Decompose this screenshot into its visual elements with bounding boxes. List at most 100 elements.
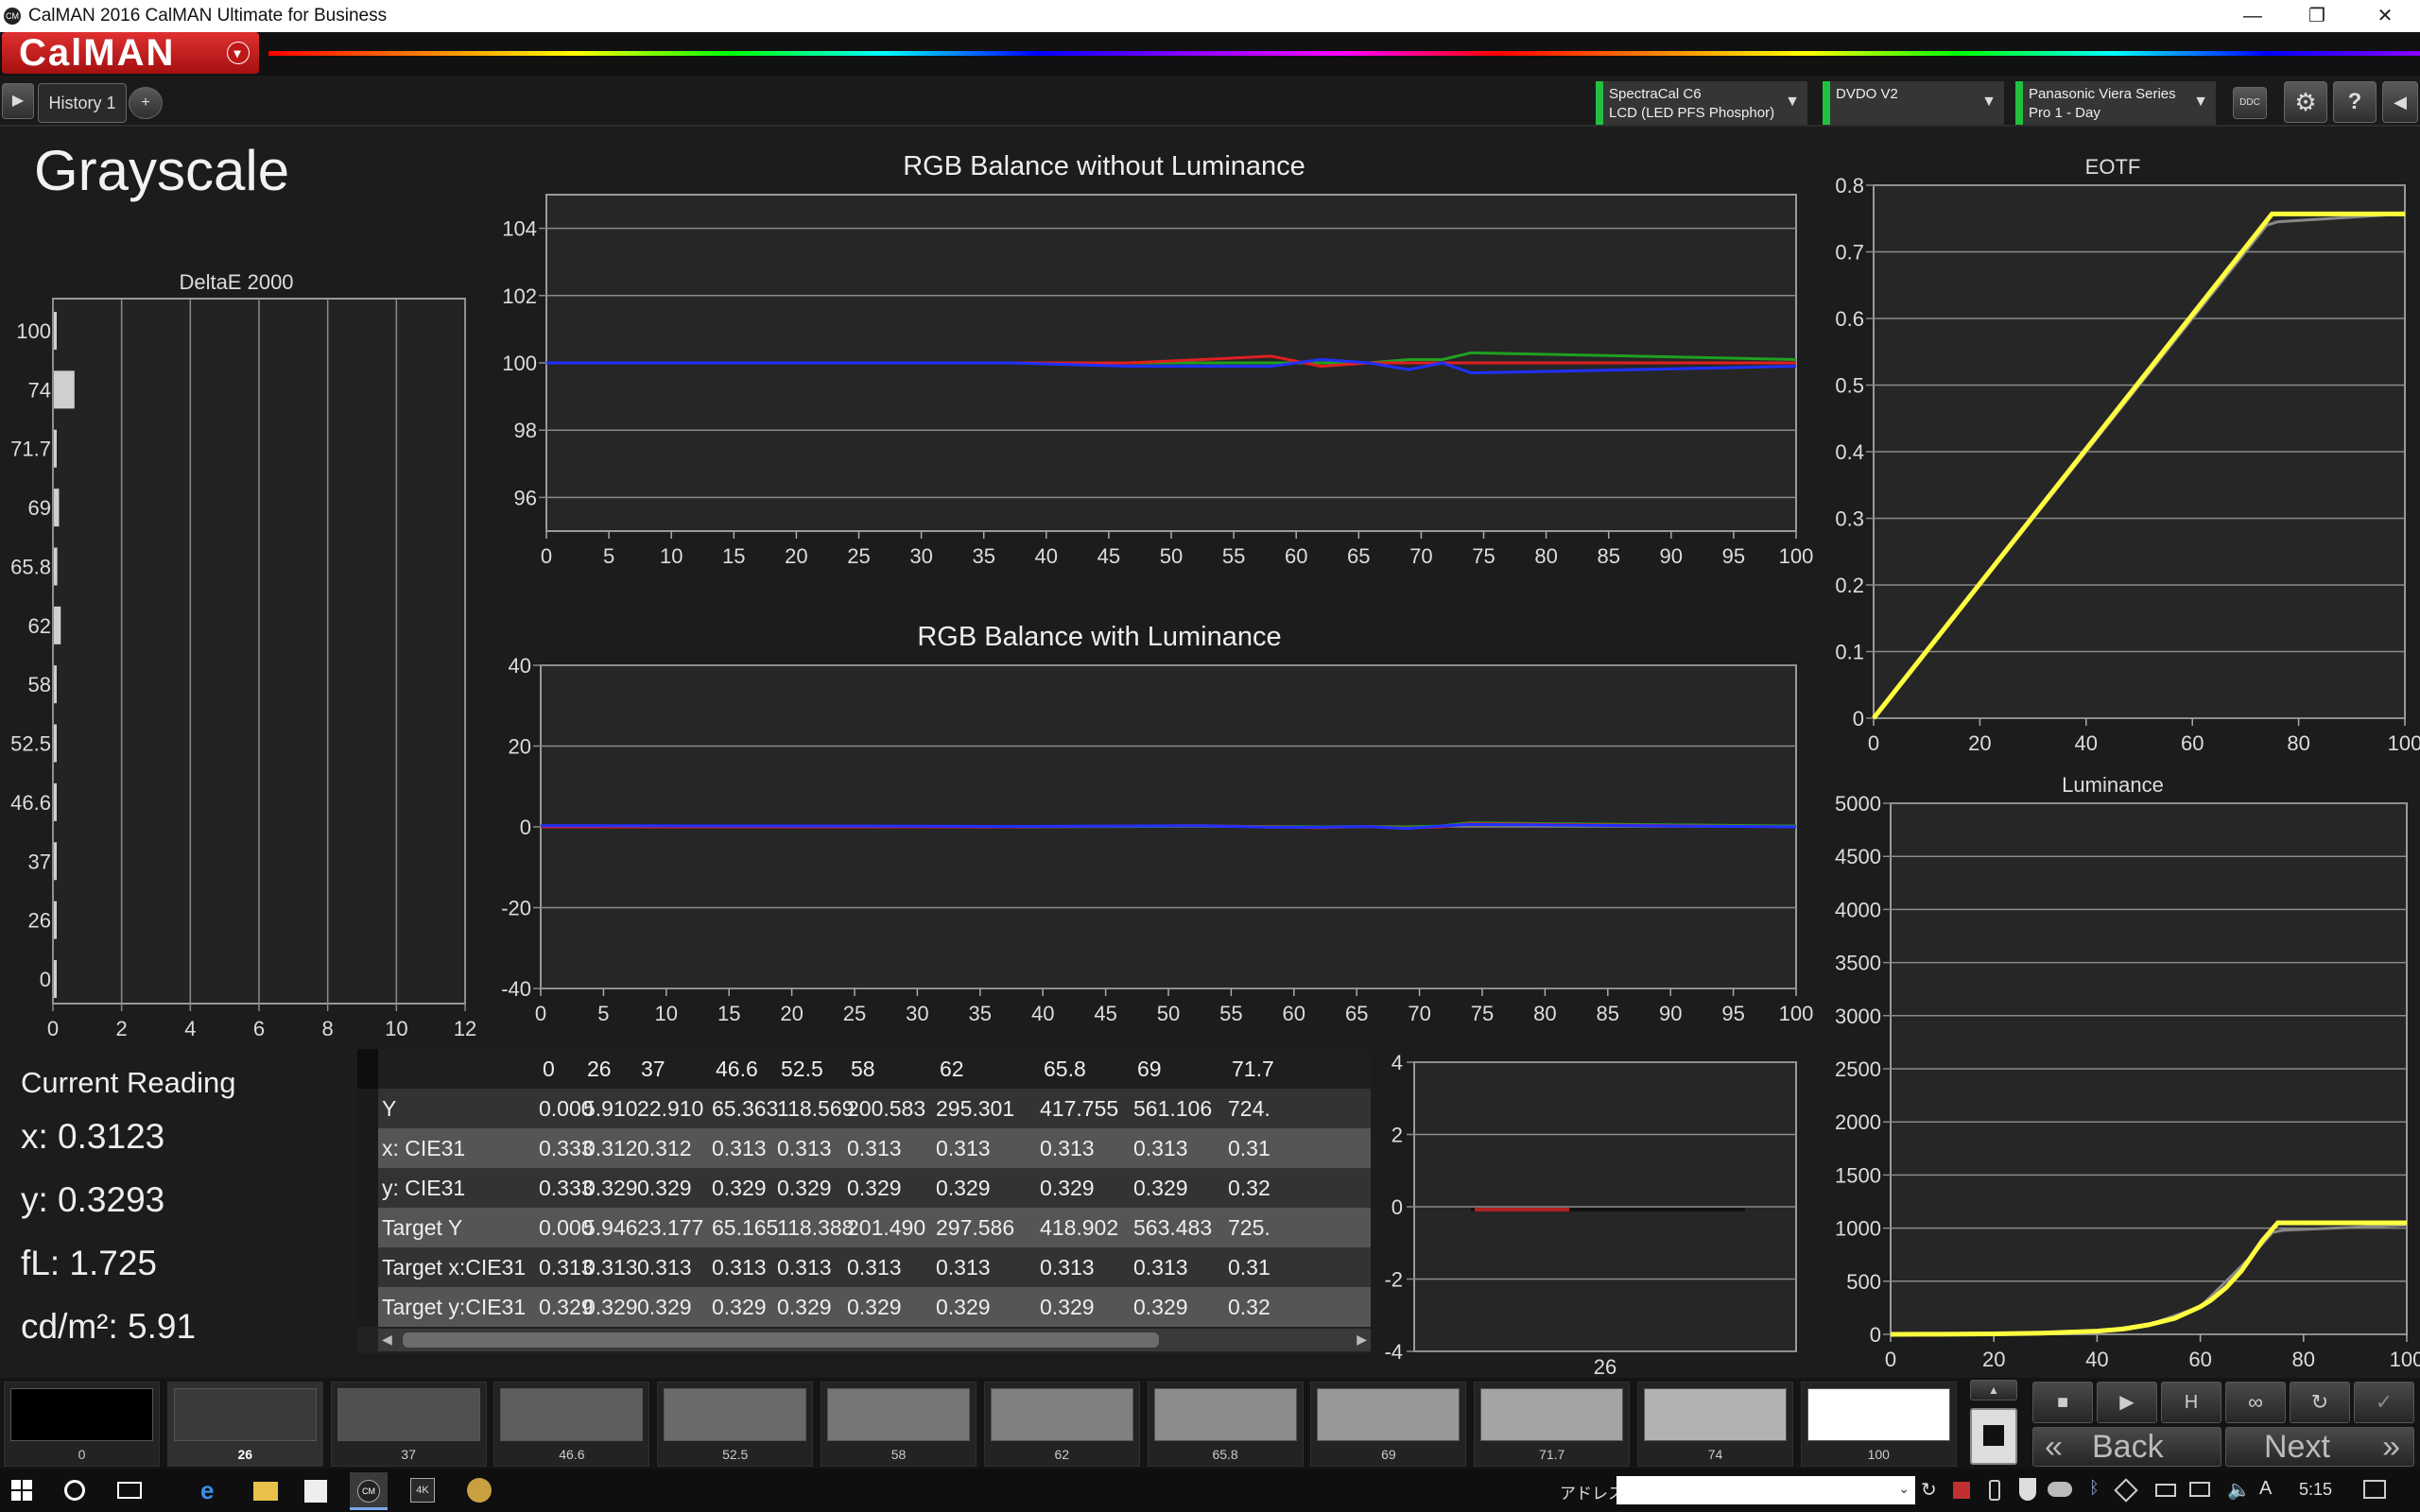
y-tick-label: 102 <box>502 284 537 308</box>
swatch-0[interactable]: 0 <box>4 1382 160 1467</box>
ime-icon[interactable]: A <box>2259 1478 2272 1500</box>
swatch-71.7[interactable]: 71.7 <box>1474 1382 1631 1467</box>
maximize-button[interactable]: ❐ <box>2286 0 2348 32</box>
scroll-left-icon[interactable]: ◀ <box>382 1332 392 1348</box>
wifi-icon[interactable] <box>2189 1482 2210 1497</box>
y-tick-label: -40 <box>501 977 531 1001</box>
minimize-button[interactable]: — <box>2221 0 2284 32</box>
usb-icon[interactable] <box>1989 1480 2000 1501</box>
stop-icon[interactable]: ■ <box>2032 1382 2093 1423</box>
task-view-icon[interactable] <box>117 1482 142 1499</box>
table-row[interactable]: Target x:CIE31 0.313 0.313 0.313 0.313 0.313 0… <box>357 1247 1371 1287</box>
meter-selector[interactable]: SpectraCal C6 LCD (LED PFS Phosphor) ▼ <box>1596 81 1807 125</box>
tab-history-1[interactable]: History 1 <box>38 83 127 123</box>
y-tick-label: 500 <box>1846 1270 1881 1294</box>
refresh-icon[interactable]: ↻ <box>1921 1478 1937 1502</box>
network-diamond-icon[interactable] <box>2114 1478 2138 1503</box>
gear-icon[interactable]: ⚙ <box>2284 81 2327 123</box>
swatch-69[interactable]: 69 <box>1310 1382 1467 1467</box>
refresh-icon[interactable]: ↻ <box>2290 1382 2350 1423</box>
y-tick-label: 2 <box>1392 1124 1403 1147</box>
windows-start-icon[interactable] <box>11 1480 32 1501</box>
measure-button[interactable] <box>1970 1408 2017 1465</box>
table-cell: 23.177 <box>637 1215 704 1240</box>
table-cell: 0.312 <box>583 1136 638 1160</box>
bluetooth-icon[interactable]: ᛒ <box>2089 1478 2100 1498</box>
scroll-right-icon[interactable]: ▶ <box>1357 1332 1367 1348</box>
address-label: アドレス <box>1560 1485 1624 1503</box>
onedrive-cloud-icon[interactable] <box>2048 1482 2072 1497</box>
help-icon[interactable]: ? <box>2333 81 2377 123</box>
swatch-label: 100 <box>1867 1447 1890 1462</box>
generator-selector[interactable]: DVDO V2 ▼ <box>1823 81 2004 125</box>
rgb-no-lum-title: RGB Balance without Luminance <box>903 151 1305 181</box>
deltae-bar <box>54 429 57 468</box>
y-tick-label: 4500 <box>1835 845 1881 868</box>
swatch-74[interactable]: 74 <box>1637 1382 1793 1467</box>
table-row[interactable]: y: CIE31 0.333 0.329 0.329 0.329 0.329 0.329 0.… <box>357 1168 1371 1208</box>
swatch-100[interactable]: 100 <box>1800 1382 1957 1467</box>
calman-taskbar-icon[interactable]: CM <box>350 1472 388 1510</box>
x-tick-label: 75 <box>1471 1002 1494 1025</box>
back-button[interactable]: « Back <box>2032 1427 2221 1467</box>
table-scrollbar[interactable]: ◀ ▶ <box>378 1329 1371 1351</box>
table-row[interactable]: Y 0.000 5.910 22.910 65.363 118.569 200.583 295… <box>357 1089 1371 1128</box>
table-row[interactable]: Target y:CIE31 0.329 0.329 0.329 0.329 0.329 0… <box>357 1287 1371 1327</box>
edge-icon[interactable]: e <box>200 1476 214 1505</box>
table-cell: 0.313 <box>583 1255 638 1280</box>
display-selector[interactable]: Panasonic Viera Series Pro 1 - Day ▼ <box>2015 81 2216 125</box>
table-cell: 0.329 <box>847 1295 902 1319</box>
address-input[interactable]: ⌄ <box>1616 1476 1915 1504</box>
tray-red-icon[interactable] <box>1953 1482 1970 1499</box>
display-profile: Pro 1 - Day <box>2029 105 2100 121</box>
add-tab-icon[interactable]: + <box>129 87 163 119</box>
close-button[interactable]: ✕ <box>2354 0 2416 32</box>
ddc-button[interactable]: DDC <box>2233 87 2267 119</box>
next-button[interactable]: Next » <box>2225 1427 2414 1467</box>
search-icon[interactable] <box>64 1480 85 1501</box>
x-tick-label: 45 <box>1098 544 1120 568</box>
file-explorer-icon[interactable] <box>253 1482 278 1501</box>
swatch-label: 46.6 <box>559 1447 585 1462</box>
table-row-label: x: CIE31 <box>382 1136 466 1160</box>
chevron-down-icon: ▾ <box>227 42 250 64</box>
rgb-lum-title: RGB Balance with Luminance <box>917 622 1282 652</box>
record-icon[interactable]: H <box>2161 1382 2221 1423</box>
up-icon[interactable]: ▲ <box>1970 1380 2017 1400</box>
swatch-62[interactable]: 62 <box>983 1382 1140 1467</box>
y-tick-label: 1500 <box>1835 1163 1881 1187</box>
clock[interactable]: 5:15 <box>2299 1480 2332 1500</box>
table-cell: 0.329 <box>1133 1176 1188 1200</box>
table-column-header: 71.7 <box>1232 1057 1274 1081</box>
x-tick-label: 95 <box>1721 1002 1744 1025</box>
swatch-65.8[interactable]: 65.8 <box>1147 1382 1304 1467</box>
swatch-26[interactable]: 26 <box>166 1382 323 1467</box>
defender-shield-icon[interactable] <box>2019 1478 2036 1501</box>
loop-icon[interactable]: ∞ <box>2225 1382 2286 1423</box>
x-tick-label: 100 <box>1779 544 1814 568</box>
swatch-52.5[interactable]: 52.5 <box>657 1382 814 1467</box>
x-tick-label: 6 <box>253 1017 265 1040</box>
play-icon[interactable]: ▶ <box>2097 1382 2157 1423</box>
collapse-icon[interactable]: ◀ <box>2382 81 2418 123</box>
x-tick-label: 35 <box>969 1002 992 1025</box>
app-paint-icon[interactable] <box>467 1478 492 1503</box>
scrollbar-thumb[interactable] <box>403 1332 1159 1348</box>
play-icon[interactable]: ▶ <box>2 83 34 119</box>
swatch-46.6[interactable]: 46.6 <box>493 1382 650 1467</box>
meter-profile: LCD (LED PFS Phosphor) <box>1609 105 1775 121</box>
speaker-icon[interactable]: 🔈 <box>2227 1478 2251 1502</box>
notifications-icon[interactable] <box>2363 1480 2386 1499</box>
swatch-37[interactable]: 37 <box>330 1382 487 1467</box>
y-tick-label: 4 <box>1392 1051 1403 1074</box>
table-cell: 0.329 <box>777 1176 832 1200</box>
store-icon[interactable] <box>304 1480 327 1503</box>
check-icon[interactable]: ✓ <box>2354 1382 2414 1423</box>
calman-menu-button[interactable]: CalMAN ▾ <box>2 32 259 74</box>
measurement-table[interactable]: 0 26 37 46.6 52.5 58 62 65.8 69 71.7 Y 0.000 5.910 22… <box>357 1049 1371 1353</box>
table-row[interactable]: x: CIE31 0.333 0.312 0.312 0.313 0.313 0.313 0.… <box>357 1128 1371 1168</box>
table-row[interactable]: Target Y 0.000 5.946 23.177 65.165 118.388 201… <box>357 1208 1371 1247</box>
app-4k-icon[interactable]: 4K <box>410 1478 435 1503</box>
battery-icon[interactable] <box>2155 1484 2176 1497</box>
swatch-58[interactable]: 58 <box>821 1382 977 1467</box>
